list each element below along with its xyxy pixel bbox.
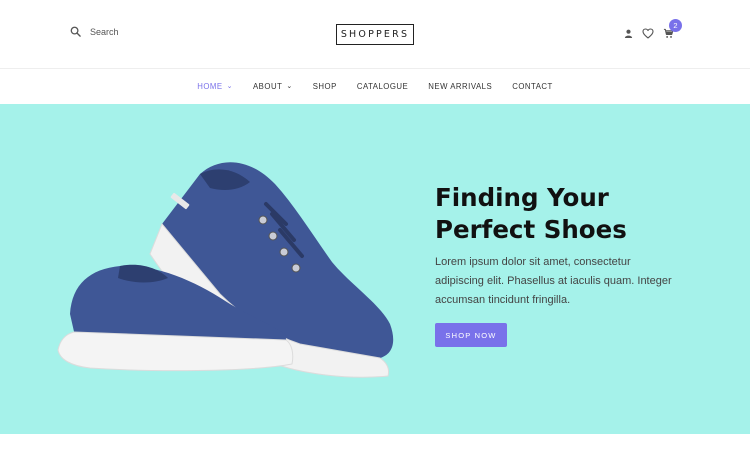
nav-item-label: CATALOGUE [356,82,409,91]
site-logo[interactable]: SHOPPERS [336,24,414,45]
chevron-down-icon: ⌄ [226,83,233,90]
cart-count-badge: 2 [669,18,682,32]
nav-item-label: ABOUT [252,82,283,91]
cart-button[interactable]: 2 [663,18,682,39]
user-icon[interactable] [624,29,633,38]
nav-item-contact[interactable]: CONTACT [502,82,563,91]
nav-item-new-arrivals[interactable]: NEW ARRIVALS [418,82,502,91]
search-icon[interactable] [70,26,81,37]
nav-item-label: CONTACT [512,82,553,91]
nav-item-label: NEW ARRIVALS [428,82,493,91]
shop-now-button[interactable]: SHOP NOW [435,323,507,347]
nav-item-label: HOME [197,82,223,91]
hero-title-line1: Finding Your [435,183,609,212]
site-header: SHOPPERS 2 [0,0,750,68]
hero-title-line2: Perfect Shoes [435,215,627,244]
search-input[interactable] [90,26,210,37]
nav-item-shop[interactable]: SHOP [303,82,347,91]
heart-icon[interactable] [642,27,654,39]
main-nav: HOME ⌄ ABOUT ⌄ SHOP CATALOGUE NEW ARRIVA… [0,68,750,104]
nav-item-home[interactable]: HOME ⌄ [187,82,243,91]
nav-item-about[interactable]: ABOUT ⌄ [243,82,303,91]
header-icons: 2 [624,18,682,42]
hero-description: Lorem ipsum dolor sit amet, consectetur … [435,256,672,306]
chevron-down-icon: ⌄ [286,83,293,90]
nav-list: HOME ⌄ ABOUT ⌄ SHOP CATALOGUE NEW ARRIVA… [0,69,750,104]
nav-item-label: SHOP [312,82,337,91]
nav-item-catalogue[interactable]: CATALOGUE [347,82,418,91]
below-hero-section [0,434,750,460]
shoe-image [57,162,394,378]
hero-banner: Finding Your Perfect Shoes Lorem ipsum d… [0,104,750,434]
hero-title: Finding Your Perfect Shoes [435,182,735,246]
search-box[interactable] [70,26,210,37]
